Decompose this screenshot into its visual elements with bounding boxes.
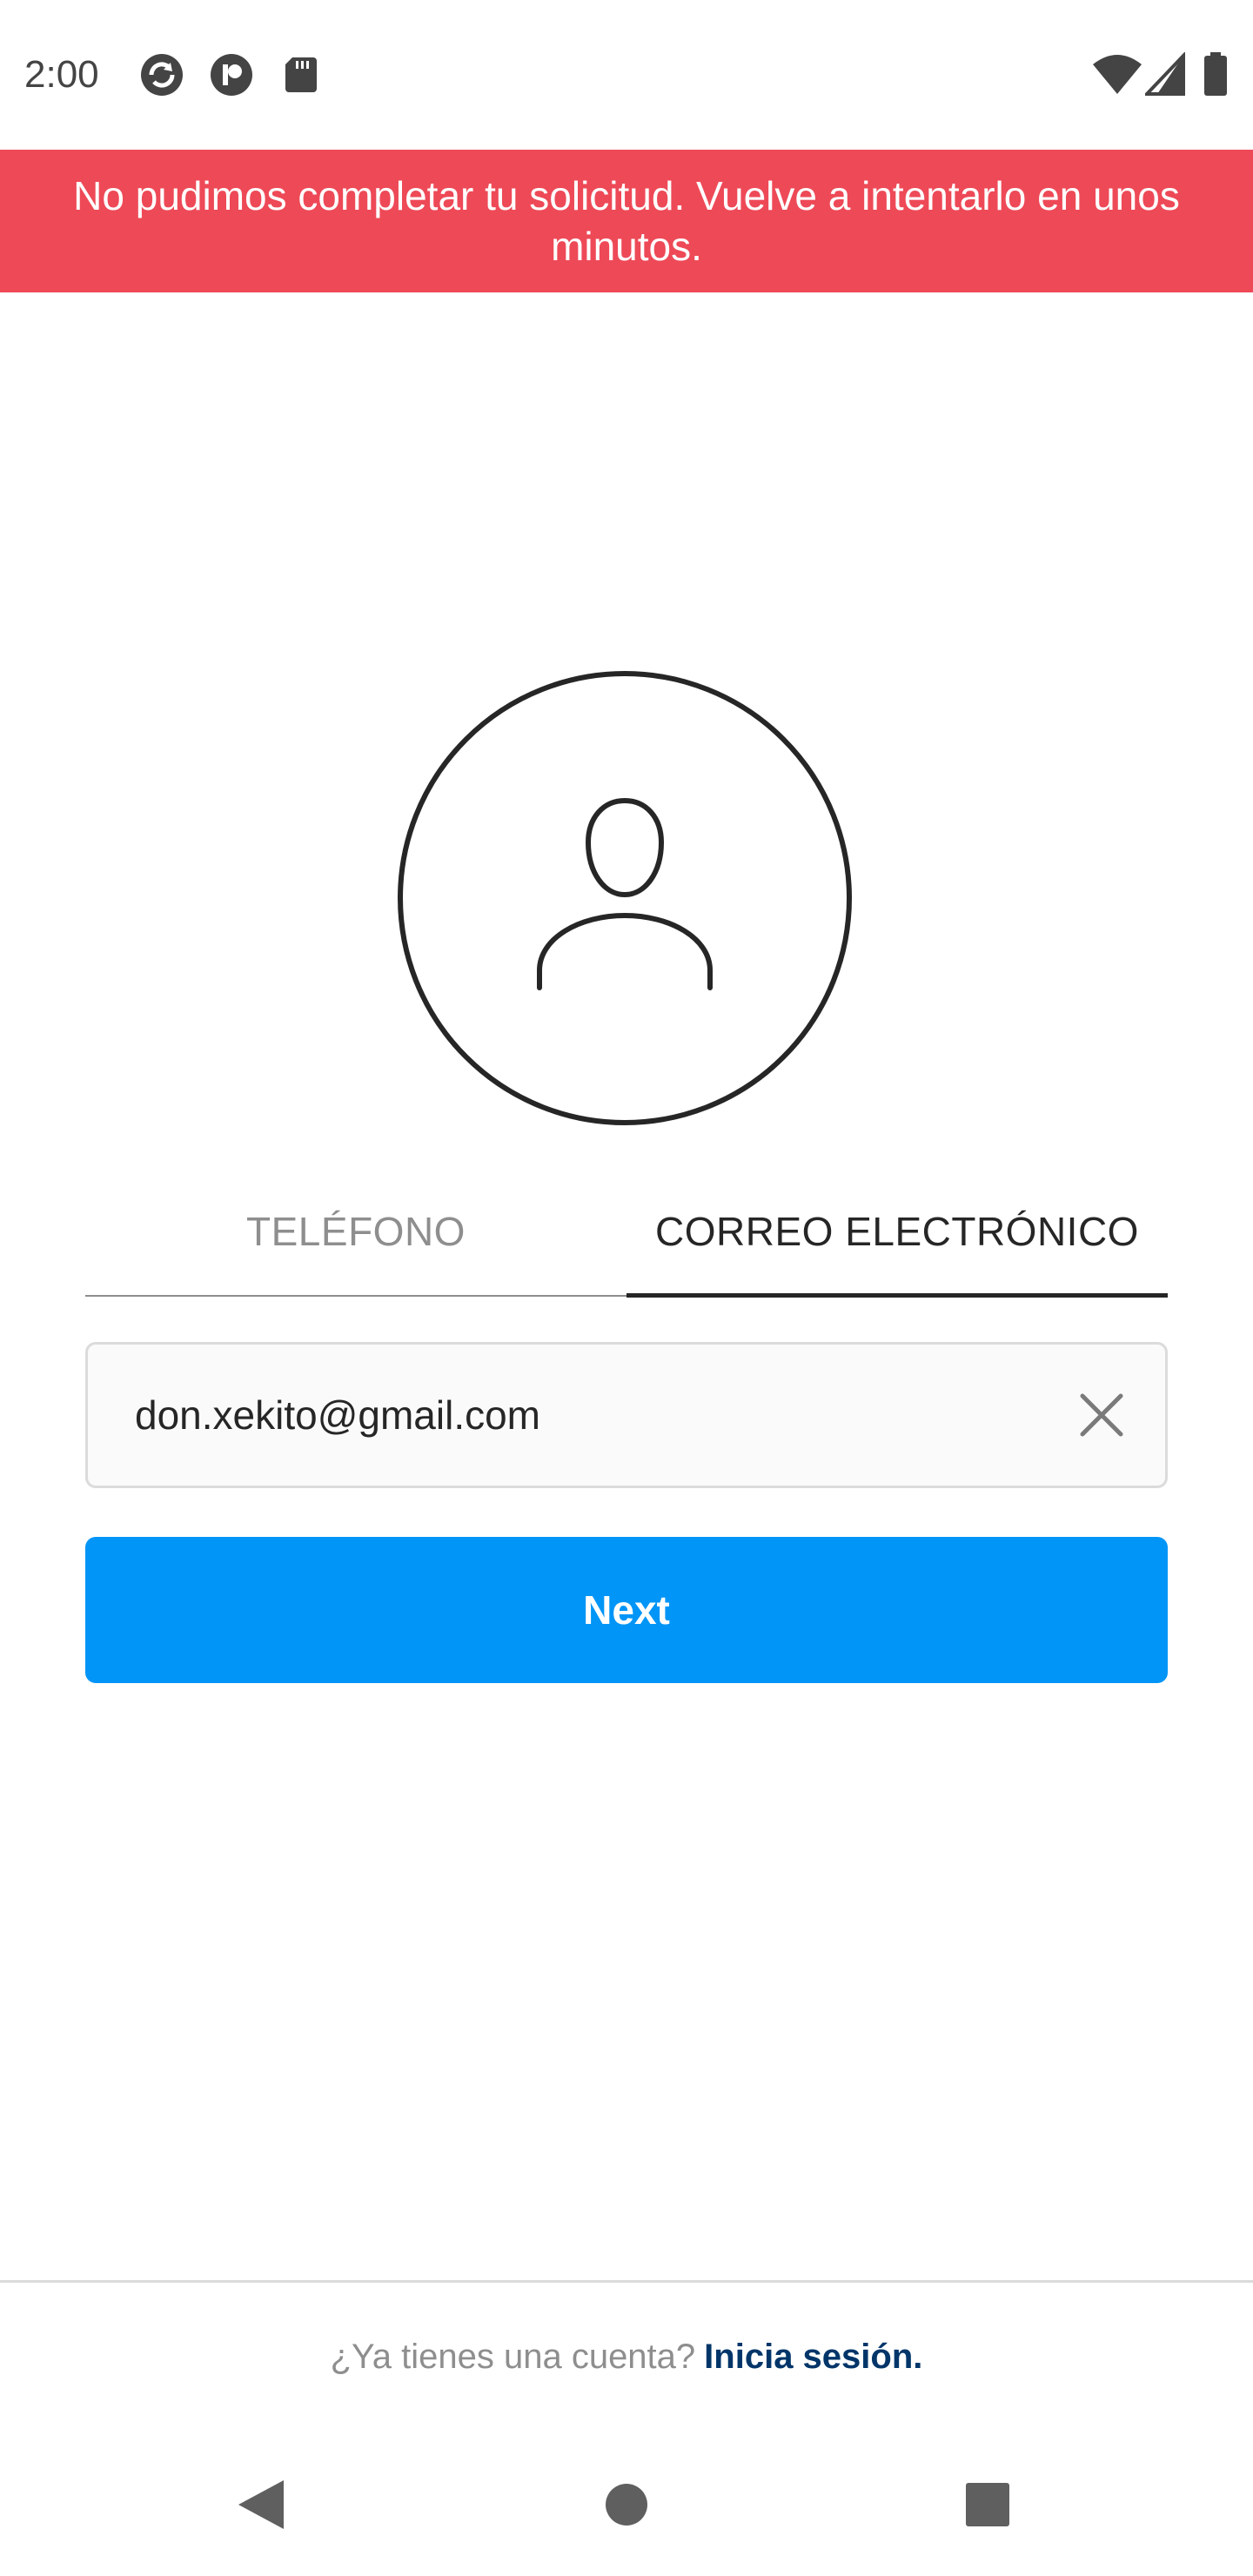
user-avatar-icon: [398, 671, 852, 1125]
tab-phone[interactable]: TELÉFONO: [85, 1166, 626, 1297]
error-message: No pudimos completar tu solicitud. Vuelv…: [73, 173, 1180, 269]
app-badge-icon: [211, 54, 252, 96]
sync-icon: [141, 54, 183, 96]
email-input-value[interactable]: don.xekito@gmail.com: [135, 1345, 540, 1486]
next-button-label: Next: [583, 1587, 670, 1633]
tab-email[interactable]: CORREO ELECTRÓNICO: [626, 1166, 1168, 1297]
next-button[interactable]: Next: [85, 1537, 1168, 1683]
signup-screen: 2:00 No pudimos completar tu solicitud. …: [0, 0, 1253, 2576]
status-bar: 2:00: [0, 0, 1253, 150]
sd-card-icon: [285, 57, 317, 92]
cell-signal-icon: [1145, 52, 1185, 96]
login-link[interactable]: Inicia sesión.: [704, 2338, 922, 2377]
contact-method-tabs: TELÉFONO CORREO ELECTRÓNICO: [85, 1166, 1168, 1298]
system-nav-bar: [0, 2431, 1253, 2576]
close-icon: [1080, 1393, 1123, 1437]
footer-prompt: ¿Ya tienes una cuenta?: [330, 2337, 696, 2376]
nav-recents-button[interactable]: [948, 2465, 1027, 2544]
nav-back-button[interactable]: [222, 2465, 300, 2544]
battery-icon: [1204, 52, 1227, 96]
tab-phone-label: TELÉFONO: [246, 1209, 466, 1254]
home-icon: [606, 2484, 647, 2526]
tab-email-label: CORREO ELECTRÓNICO: [655, 1209, 1139, 1254]
error-banner: No pudimos completar tu solicitud. Vuelv…: [0, 150, 1253, 292]
login-footer: ¿Ya tienes una cuenta? Inicia sesión.: [0, 2283, 1253, 2431]
wifi-icon: [1093, 55, 1142, 94]
recents-icon: [966, 2483, 1009, 2526]
clear-email-button[interactable]: [1069, 1383, 1134, 1447]
status-time: 2:00: [24, 53, 99, 96]
nav-home-button[interactable]: [587, 2465, 666, 2544]
back-icon: [238, 2480, 284, 2529]
email-field[interactable]: don.xekito@gmail.com: [85, 1342, 1168, 1488]
tab-selected-indicator: [626, 1293, 1168, 1298]
